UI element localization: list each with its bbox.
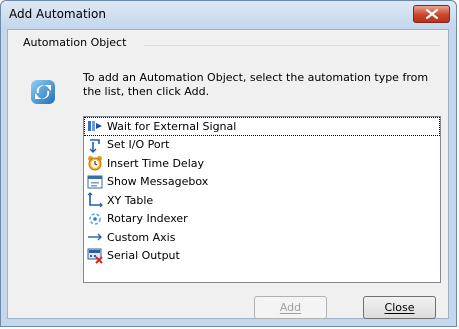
list-item-label: Custom Axis bbox=[107, 230, 176, 244]
list-item[interactable]: Rotary Indexer bbox=[84, 210, 440, 229]
list-item[interactable]: Show Messagebox bbox=[84, 173, 440, 192]
list-item-label: Rotary Indexer bbox=[107, 212, 188, 226]
list-item-label: XY Table bbox=[107, 193, 154, 207]
close-icon bbox=[426, 9, 438, 19]
xy-axes-icon bbox=[87, 192, 103, 208]
list-item[interactable]: Serial Output bbox=[84, 247, 440, 266]
list-item-label: Show Messagebox bbox=[107, 175, 209, 189]
title-bar[interactable]: Add Automation bbox=[1, 1, 456, 29]
automation-type-list[interactable]: Wait for External Signal Set I/O Port In… bbox=[83, 116, 441, 283]
close-button[interactable]: Close bbox=[363, 296, 436, 319]
group-divider bbox=[144, 45, 440, 46]
list-item[interactable]: Set I/O Port bbox=[84, 136, 440, 155]
list-item[interactable]: XY Table bbox=[84, 191, 440, 210]
alarm-clock-icon bbox=[87, 155, 103, 171]
window-title: Add Automation bbox=[9, 7, 106, 21]
add-button[interactable]: Add bbox=[254, 296, 327, 319]
list-item-label: Insert Time Delay bbox=[107, 156, 205, 170]
rotary-icon bbox=[87, 211, 103, 227]
messagebox-icon bbox=[87, 174, 103, 190]
window-close-button[interactable] bbox=[413, 5, 450, 23]
list-item-label: Wait for External Signal bbox=[107, 119, 237, 133]
group-label: Automation Object bbox=[21, 36, 129, 49]
signal-icon bbox=[87, 118, 103, 134]
group-description: To add an Automation Object, select the … bbox=[83, 71, 429, 98]
list-item-label: Set I/O Port bbox=[107, 138, 170, 152]
axis-arrow-icon bbox=[87, 229, 103, 245]
list-item-label: Serial Output bbox=[107, 249, 180, 263]
automation-refresh-icon bbox=[31, 80, 55, 104]
list-item[interactable]: Custom Axis bbox=[84, 228, 440, 247]
list-item[interactable]: Insert Time Delay bbox=[84, 154, 440, 173]
serial-output-icon bbox=[87, 248, 103, 264]
io-port-icon bbox=[87, 137, 103, 153]
close-button-label: Close bbox=[384, 301, 415, 314]
list-item[interactable]: Wait for External Signal bbox=[84, 117, 440, 136]
add-button-label: Add bbox=[279, 301, 302, 314]
